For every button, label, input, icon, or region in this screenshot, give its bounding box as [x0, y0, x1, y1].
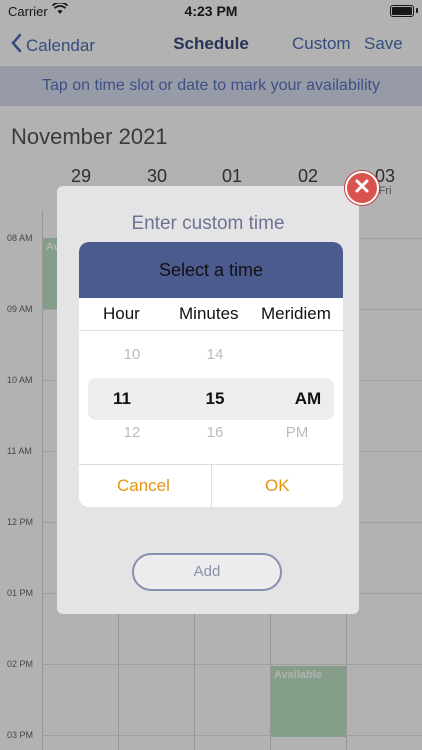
- add-button[interactable]: Add: [132, 553, 282, 591]
- close-icon: [354, 178, 370, 199]
- action-divider: [211, 465, 212, 507]
- close-button[interactable]: [345, 171, 379, 205]
- picker-actions: Cancel OK: [79, 464, 343, 507]
- minute-selected[interactable]: 15: [185, 389, 245, 409]
- picker-wheels[interactable]: 10 11 12 14 15 16 AM PM: [79, 332, 343, 466]
- picker-header: Select a time: [79, 242, 343, 298]
- ok-button[interactable]: OK: [265, 476, 290, 496]
- column-minutes: Minutes: [179, 304, 239, 323]
- time-picker: Select a time Hour Minutes Meridiem 10 1…: [79, 242, 343, 507]
- custom-time-dialog: Enter custom time Select a time Hour Min…: [57, 186, 359, 614]
- column-meridiem: Meridiem: [261, 304, 331, 323]
- hour-option[interactable]: 10: [102, 346, 162, 363]
- hour-option[interactable]: 12: [102, 424, 162, 441]
- hour-selected[interactable]: 11: [92, 389, 152, 409]
- minute-option[interactable]: 16: [185, 424, 245, 441]
- minute-option[interactable]: 14: [185, 346, 245, 363]
- meridiem-selected[interactable]: AM: [278, 389, 338, 409]
- picker-column-headers: Hour Minutes Meridiem: [79, 298, 343, 331]
- cancel-button[interactable]: Cancel: [117, 476, 170, 496]
- meridiem-option[interactable]: PM: [267, 424, 327, 441]
- column-hour: Hour: [103, 304, 140, 323]
- dialog-title: Enter custom time: [131, 213, 285, 234]
